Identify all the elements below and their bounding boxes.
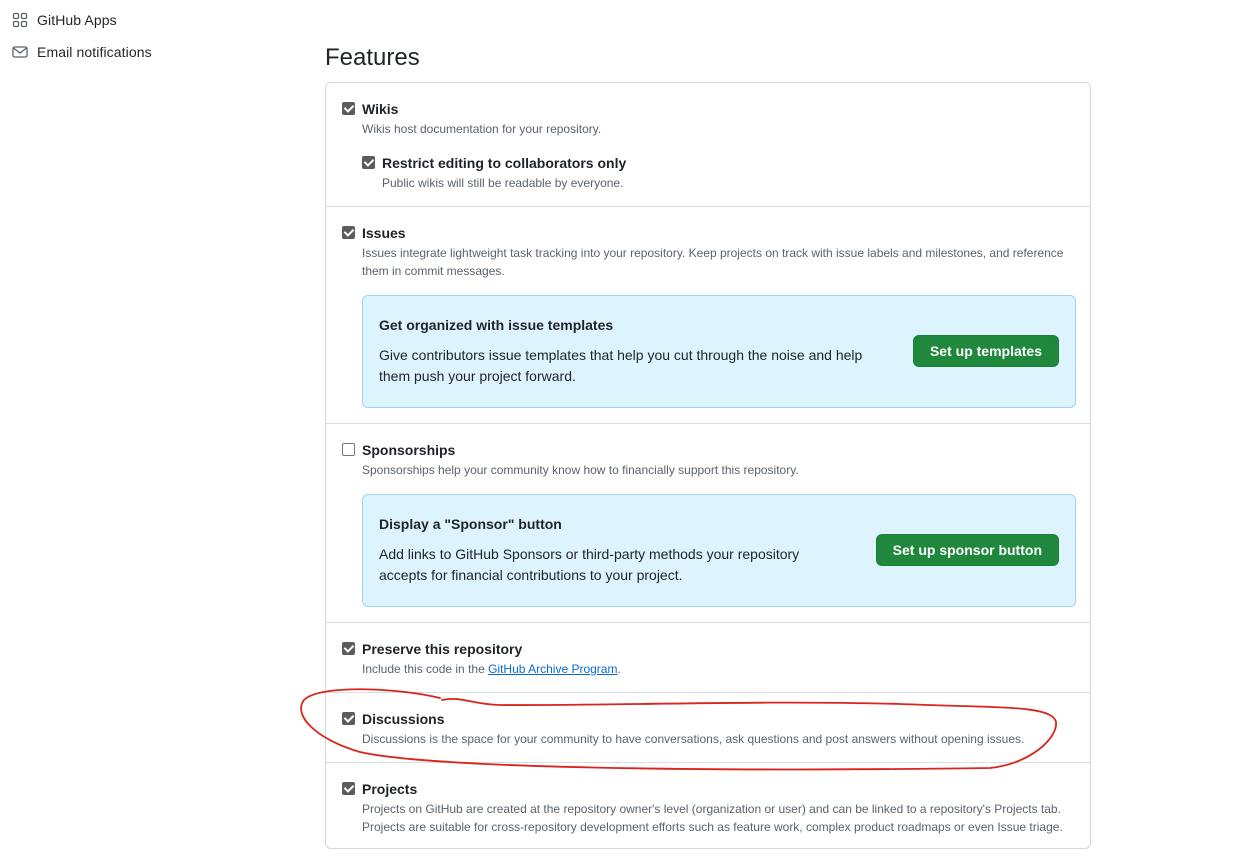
projects-description-line: Projects are suitable for cross-reposito… — [362, 820, 1063, 834]
apps-icon — [12, 12, 28, 28]
wikis-checkbox[interactable] — [342, 102, 355, 115]
callout-text: Give contributors issue templates that h… — [379, 345, 879, 387]
callout-title: Get organized with issue templates — [379, 317, 614, 333]
sponsorships-option: Sponsorships Sponsorships help your comm… — [342, 441, 799, 479]
page-title: Features — [325, 44, 420, 71]
issues-option: Issues Issues integrate lightweight task… — [342, 224, 1063, 280]
discussions-option: Discussions Discussions is the space for… — [342, 710, 1024, 748]
sponsorships-description: Sponsorships help your community know ho… — [362, 463, 799, 477]
restrict-editing-description: Public wikis will still be readable by e… — [382, 176, 624, 190]
discussions-label[interactable]: Discussions — [362, 710, 1024, 728]
sponsor-button-callout: Display a "Sponsor" button Add links to … — [362, 494, 1076, 607]
discussions-checkbox[interactable] — [342, 712, 355, 725]
callout-text-line: Add links to GitHub Sponsors or third-pa… — [379, 546, 800, 562]
projects-description-line: Projects on GitHub are created at the re… — [362, 802, 1061, 816]
sponsorships-section: Sponsorships Sponsorships help your comm… — [326, 423, 1090, 622]
set-up-templates-button[interactable]: Set up templates — [912, 335, 1059, 367]
sponsorships-checkbox[interactable] — [342, 443, 355, 456]
wikis-section: Wikis Wikis host documentation for your … — [326, 83, 1090, 206]
callout-text-line: them push your project forward. — [379, 368, 576, 384]
mail-icon — [12, 46, 28, 58]
discussions-section: Discussions Discussions is the space for… — [326, 692, 1090, 762]
preserve-section: Preserve this repository Include this co… — [326, 622, 1090, 692]
issues-description-line: Issues integrate lightweight task tracki… — [362, 246, 1064, 260]
preserve-description-text: Include this code in the — [362, 662, 489, 676]
wikis-description: Wikis host documentation for your reposi… — [362, 122, 602, 136]
issues-label[interactable]: Issues — [362, 224, 1063, 242]
sidebar-item-github-apps[interactable]: GitHub Apps — [12, 12, 117, 28]
preserve-description-text: . — [617, 662, 621, 676]
sidebar-item-label: Email notifications — [37, 44, 152, 60]
set-up-sponsor-button[interactable]: Set up sponsor button — [875, 534, 1059, 566]
issue-templates-callout: Get organized with issue templates Give … — [362, 295, 1076, 408]
discussions-description: Discussions is the space for your commun… — [362, 732, 1025, 746]
preserve-checkbox[interactable] — [342, 642, 355, 655]
github-archive-program-link[interactable]: GitHub Archive Program — [488, 662, 617, 676]
restrict-editing-checkbox[interactable] — [362, 156, 375, 169]
callout-text-line: Give contributors issue templates that h… — [379, 347, 863, 363]
callout-text: Add links to GitHub Sponsors or third-pa… — [379, 544, 879, 586]
restrict-editing-label[interactable]: Restrict editing to collaborators only — [382, 154, 626, 172]
wikis-option: Wikis Wikis host documentation for your … — [342, 100, 601, 138]
issues-description-line: them in commit messages. — [362, 264, 505, 278]
projects-option: Projects Projects on GitHub are created … — [342, 780, 1063, 836]
callout-text-line: accepts for financial contributions to y… — [379, 567, 683, 583]
preserve-label[interactable]: Preserve this repository — [362, 640, 621, 658]
issues-section: Issues Issues integrate lightweight task… — [326, 206, 1090, 423]
projects-label[interactable]: Projects — [362, 780, 1063, 798]
preserve-description: Include this code in the GitHub Archive … — [362, 660, 621, 678]
projects-checkbox[interactable] — [342, 782, 355, 795]
issues-description: Issues integrate lightweight task tracki… — [362, 244, 1063, 280]
wikis-label[interactable]: Wikis — [362, 100, 601, 118]
restrict-editing-option: Restrict editing to collaborators only P… — [362, 154, 626, 192]
callout-title: Display a "Sponsor" button — [379, 516, 562, 532]
features-box: Wikis Wikis host documentation for your … — [325, 82, 1091, 849]
projects-description: Projects on GitHub are created at the re… — [362, 800, 1063, 836]
issues-checkbox[interactable] — [342, 226, 355, 239]
projects-section: Projects Projects on GitHub are created … — [326, 762, 1090, 848]
sidebar-item-email-notifications[interactable]: Email notifications — [12, 44, 152, 60]
preserve-option: Preserve this repository Include this co… — [342, 640, 621, 678]
sponsorships-label[interactable]: Sponsorships — [362, 441, 799, 459]
sidebar-item-label: GitHub Apps — [37, 12, 117, 28]
